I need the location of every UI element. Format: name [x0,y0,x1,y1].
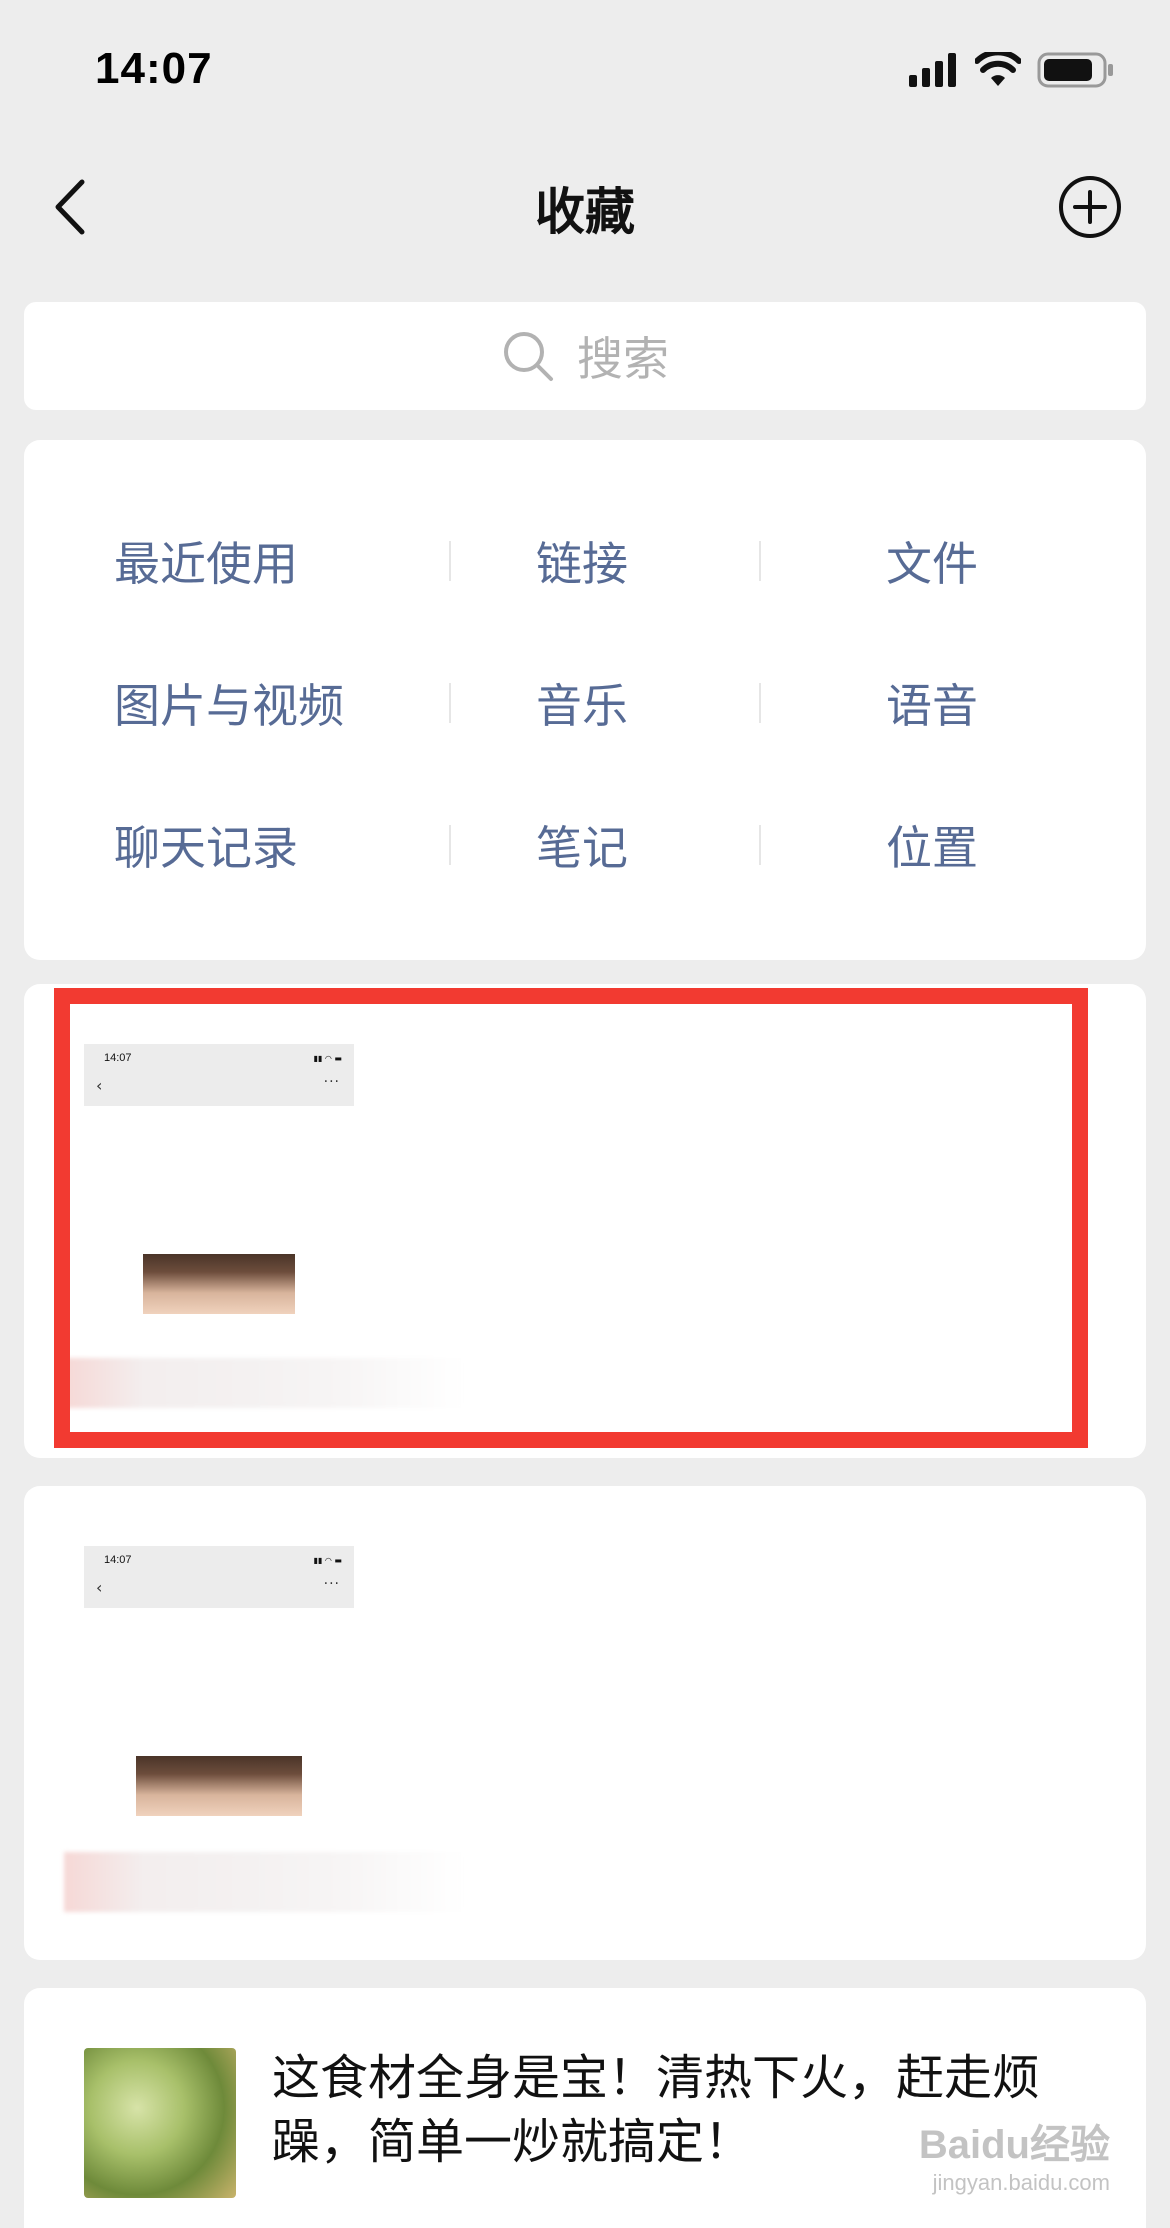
watermark: Baidu经验 jingyan.baidu.com [919,2112,1110,2208]
watermark-url: jingyan.baidu.com [932,2170,1110,2195]
category-links[interactable]: 链接 [536,528,628,594]
battery-icon [1037,52,1115,92]
category-grid: 最近使用 链接 文件 图片与视频 音乐 语音 聊天记录 笔记 位置 [24,440,1146,960]
wifi-icon [974,49,1022,92]
add-button[interactable] [1055,172,1125,242]
category-location[interactable]: 位置 [886,812,978,878]
divider [449,541,451,581]
divider [449,825,451,865]
article-thumbnail [84,2048,236,2198]
mini-more-icon: ··· [323,1576,340,1592]
category-recent[interactable]: 最近使用 [114,528,298,594]
search-icon [504,332,553,381]
favorite-item[interactable]: 14:07 ▮▮ ◠ ▬ ‹ ··· [24,1486,1146,1960]
nav-bar: 收藏 [0,150,1170,260]
category-notes[interactable]: 笔记 [536,812,628,878]
mini-status-icons: ▮▮ ◠ ▬ [313,1556,342,1565]
category-files[interactable]: 文件 [886,528,978,594]
category-row: 聊天记录 笔记 位置 [24,800,1146,890]
mini-back-icon: ‹ [96,1578,103,1597]
screenshot-thumbnail: 14:07 ▮▮ ◠ ▬ ‹ ··· [84,1546,354,1608]
category-row: 图片与视频 音乐 语音 [24,658,1146,748]
plus-circle-icon [1059,176,1121,238]
divider [759,825,761,865]
page-title: 收藏 [535,183,635,241]
category-row: 最近使用 链接 文件 [24,516,1146,606]
blurred-text [64,1852,464,1912]
status-time: 14:07 [95,44,213,93]
category-photos-videos[interactable]: 图片与视频 [114,670,344,736]
status-bar: 14:07 [0,0,1170,130]
category-chat-history[interactable]: 聊天记录 [114,812,298,878]
divider [759,683,761,723]
photo-thumbnail [136,1756,302,1816]
highlight-frame [54,988,1088,1448]
status-icons [909,49,1115,92]
category-music[interactable]: 音乐 [536,670,628,736]
category-voice[interactable]: 语音 [886,670,978,736]
watermark-brand: Baidu经验 [918,2123,1110,2167]
signal-icon [909,53,959,91]
favorite-item[interactable]: 14:07 ▮▮ ◠ ▬ ‹ ··· [24,984,1146,1458]
divider [449,683,451,723]
mini-status-time: 14:07 [104,1554,132,1566]
divider [759,541,761,581]
search-placeholder: 搜索 [577,332,669,386]
search-input[interactable]: 搜索 [24,302,1146,410]
